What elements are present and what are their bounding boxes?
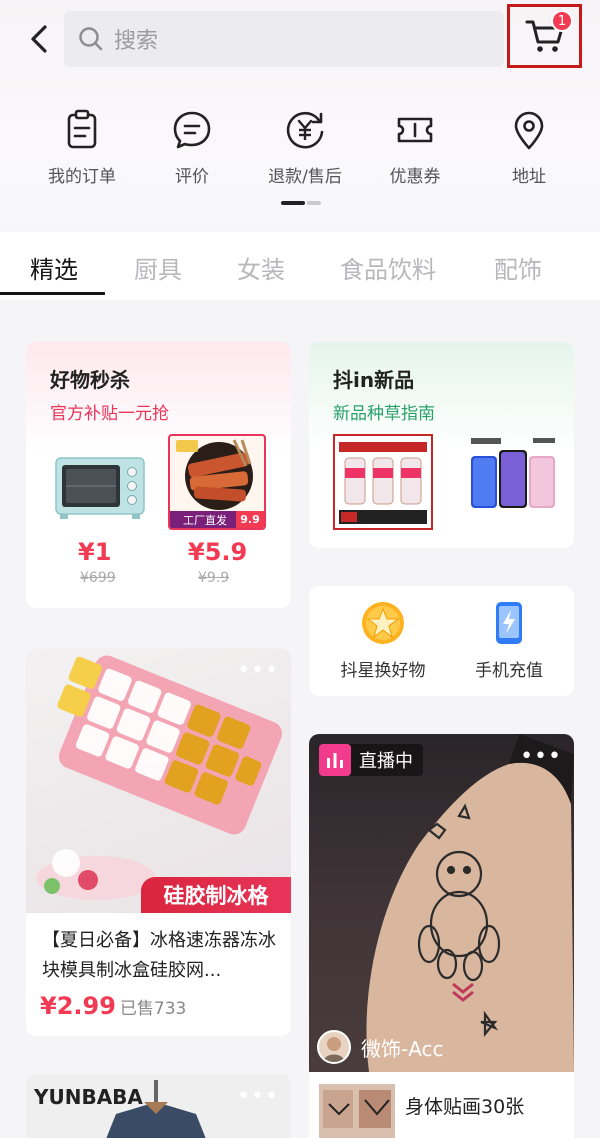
product-card-ice-tray[interactable]: ••• 硅胶制冰格 【夏日必备】冰格速冻器冻冰块模具制冰盒硅胶网... ¥2.9… [26,648,291,1036]
quick-link-orders[interactable]: 我的订单 [27,108,137,198]
flash-item-price: ¥1 [78,538,112,566]
smartphone-product-image [471,438,555,508]
svg-text:YUNBABA: YUNBABA [33,1085,143,1109]
tab-featured[interactable]: 精选 [30,250,78,285]
ice-tray-image: ••• 硅胶制冰格 [26,648,291,913]
live-badge: 直播中 [319,744,423,776]
streamer-info[interactable]: 微饰-Acc [317,1030,444,1064]
quick-link-reviews[interactable]: 评价 [137,108,247,198]
tab-accessories[interactable]: 配饰 [494,250,542,285]
toaster-oven-image [55,457,145,519]
snack-product-image: 工厂直发 9.9 [168,434,266,530]
carousel-indicator [281,201,321,205]
quick-link-label: 我的订单 [48,167,116,187]
new-arrivals-title: 抖in新品 [333,368,415,392]
flash-item-original-price: ¥9.9 [198,570,230,586]
live-bars-icon [319,744,351,776]
tab-food-drinks[interactable]: 食品饮料 [340,250,436,285]
quick-links-row: 我的订单 评价 退款/售后 优惠券 地址 [0,108,600,198]
carousel-indicator-inactive [307,201,321,205]
location-icon [514,111,544,150]
quick-link-label: 优惠券 [389,167,441,187]
search-icon [79,27,103,51]
shortcut-label: 抖星换好物 [340,661,426,681]
more-options-icon[interactable]: ••• [520,744,562,769]
image-tag-label: 硅胶制冰格 [141,877,291,913]
streamer-name: 微饰-Acc [361,1036,444,1061]
product-feed: 好物秒杀 官方补贴一元抢 工厂直发 9.9 ¥1 ¥699 ¥5.9 ¥9.9 … [0,300,600,1138]
new-arrivals-card[interactable]: 抖in新品 新品种草指南 [309,342,574,548]
tab-kitchenware[interactable]: 厨具 [134,250,182,285]
cart-button[interactable]: 1 [507,4,582,68]
more-options-icon[interactable]: ••• [237,658,279,683]
more-options-icon[interactable]: ••• [237,1084,279,1109]
tab-womens-clothing[interactable]: 女装 [237,250,285,285]
cart-count-badge: 1 [551,10,573,32]
search-placeholder: 搜索 [114,29,159,54]
phone-charge-icon [496,602,522,644]
flash-item-original-price: ¥699 [80,570,116,586]
tattoo-sticker-product-image [319,1084,395,1138]
live-product-row[interactable]: 身体贴画30张 [309,1072,574,1138]
flash-sale-subtitle: 官方补贴一元抢 [50,404,169,424]
quick-link-refund[interactable]: 退款/售后 [250,108,360,198]
back-button[interactable] [22,22,56,56]
ice-tray-illustration [36,655,283,900]
live-stream-card[interactable]: 直播中 ••• 微饰-Acc 身体贴画30张 [309,734,574,1138]
order-icon [67,109,97,149]
flash-item-price: ¥5.9 [188,538,248,566]
quick-link-label: 退款/售后 [268,167,342,187]
live-badge-label: 直播中 [359,751,413,772]
product-price: ¥2.99 [40,992,116,1020]
streamer-avatar [317,1030,351,1064]
supplement-product-image [333,434,433,530]
quick-link-label: 地址 [512,167,546,187]
factory-direct-badge: 工厂直发 [170,511,240,528]
product-card-clothing[interactable]: YUNBABA ••• [26,1074,291,1138]
live-stream-image: 直播中 ••• 微饰-Acc [309,734,574,1072]
shortcut-phone-recharge[interactable]: 手机充值 [449,600,569,686]
live-product-title: 身体贴画30张 [405,1096,525,1118]
category-tabs: 精选 厨具 女装 食品饮料 配饰 [0,232,600,300]
new-arrivals-subtitle: 新品种草指南 [333,404,435,424]
product-sold-count: 已售733 [119,999,187,1019]
active-tab-underline [0,292,105,295]
shortcuts-card: 抖星换好物 手机充值 [309,586,574,696]
chevron-left-icon [31,25,47,53]
search-input[interactable]: 搜索 [64,11,504,67]
refund-icon [286,111,324,149]
star-badge-icon [362,602,404,644]
quick-link-address[interactable]: 地址 [474,108,584,198]
coupon-icon [397,117,433,143]
shortcut-star-exchange[interactable]: 抖星换好物 [323,600,443,686]
shortcut-label: 手机充值 [475,661,543,681]
product-title: 【夏日必备】冰格速冻器冻冰块模具制冰盒硅胶网... [42,930,276,981]
carousel-indicator-active [281,201,305,205]
price-tag-badge: 9.9 [236,511,264,528]
flash-sale-card[interactable]: 好物秒杀 官方补贴一元抢 工厂直发 9.9 ¥1 ¥699 ¥5.9 ¥9.9 [26,342,291,608]
flash-sale-title: 好物秒杀 [50,368,130,392]
quick-link-label: 评价 [175,167,209,187]
comment-icon [173,111,211,149]
arm-tattoo-image [366,734,574,1072]
quick-link-coupons[interactable]: 优惠券 [360,108,470,198]
